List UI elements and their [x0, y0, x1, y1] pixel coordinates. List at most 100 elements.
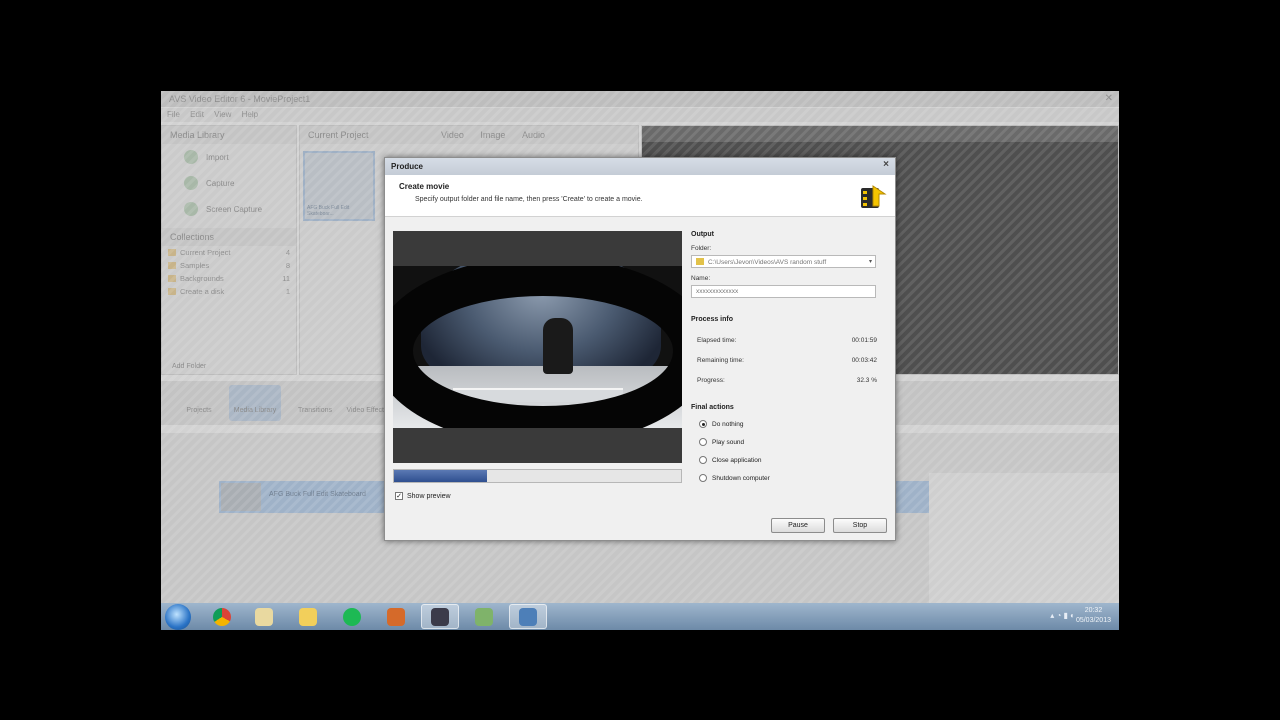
folder-label: Folder:: [691, 245, 712, 252]
display-app-taskbar-icon[interactable]: [509, 604, 547, 629]
dialog-header: Create movie Specify output folder and f…: [385, 175, 895, 217]
output-section-title: Output: [691, 231, 714, 238]
collection-item[interactable]: Create a disk 1: [162, 285, 296, 298]
app-title: AVS Video Editor 6 - MovieProject1: [169, 94, 311, 104]
elapsed-time-value: 00:01:59: [851, 336, 877, 344]
radio-selected-icon: [699, 420, 707, 428]
projects-tool[interactable]: Projects: [173, 385, 225, 421]
menu-file[interactable]: File: [167, 110, 180, 119]
radio-icon: [699, 474, 707, 482]
video-frame: [393, 266, 682, 428]
folder-select[interactable]: C:\Users\Jevon\Videos\AVS random stuff ▾: [691, 255, 876, 268]
chevron-down-icon[interactable]: ▾: [869, 258, 872, 265]
radio-label: Do nothing: [712, 420, 744, 428]
start-button[interactable]: [165, 604, 191, 630]
screen-capture-button[interactable]: Screen Capture: [162, 196, 296, 222]
collection-label: Create a disk: [180, 287, 225, 296]
remaining-time-value: 00:03:42: [851, 356, 877, 364]
dialog-title: Produce: [391, 162, 424, 171]
render-progress-fill: [394, 470, 487, 482]
preview-header-bar: [642, 126, 1118, 142]
produce-dialog: Produce × Create movie Specify output fo…: [384, 157, 896, 541]
elapsed-time-row: Elapsed time: 00:01:59: [691, 330, 887, 350]
capture-button[interactable]: Capture: [162, 170, 296, 196]
file-explorer-taskbar-icon[interactable]: [245, 604, 283, 629]
menu-edit[interactable]: Edit: [190, 110, 204, 119]
letterbox-bottom: [393, 428, 682, 463]
collection-count: 11: [282, 274, 290, 283]
radio-play-sound[interactable]: Play sound: [691, 433, 887, 451]
pause-button[interactable]: Pause: [771, 518, 825, 533]
media-library-panel: Media Library Import Capture Screen Capt…: [161, 125, 297, 375]
dialog-right-column: Output Folder: C:\Users\Jevon\Videos\AVS…: [691, 231, 887, 487]
show-preview-checkbox[interactable]: ✓ Show preview: [395, 492, 451, 500]
network-app-taskbar-icon[interactable]: [465, 604, 503, 629]
radio-icon: [699, 438, 707, 446]
render-progress-bar: [393, 469, 682, 483]
spotify-taskbar-icon[interactable]: [333, 604, 371, 629]
close-icon[interactable]: ×: [883, 159, 889, 170]
create-movie-icon: [861, 185, 887, 208]
radio-do-nothing[interactable]: Do nothing: [691, 415, 887, 433]
folder-taskbar-icon[interactable]: [289, 604, 327, 629]
filter-video[interactable]: Video: [441, 130, 464, 140]
menu-view[interactable]: View: [214, 110, 231, 119]
collections-header: Collections: [162, 228, 296, 246]
current-project-title: Current Project: [308, 130, 369, 140]
capture-label: Capture: [206, 178, 235, 188]
radio-shutdown-computer[interactable]: Shutdown computer: [691, 469, 887, 487]
dialog-header-title: Create movie: [399, 182, 450, 191]
app-title-bar: AVS Video Editor 6 - MovieProject1 ✕: [161, 91, 1119, 107]
process-info-title: Process info: [691, 316, 734, 323]
collection-count: 1: [285, 287, 290, 296]
radio-label: Close application: [712, 456, 762, 464]
collection-count: 8: [285, 261, 290, 270]
media-thumbnail[interactable]: AFG Buck Full Edit Skateboar...: [303, 151, 375, 221]
screen-capture-icon: [184, 202, 198, 216]
import-button[interactable]: Import: [162, 144, 296, 170]
media-library-tool[interactable]: Media Library: [229, 385, 281, 421]
clock-time: 20:32: [1084, 607, 1103, 614]
radio-label: Play sound: [712, 438, 745, 446]
radio-icon: [699, 456, 707, 464]
menu-help[interactable]: Help: [242, 110, 258, 119]
timeline-clip-label: AFG Buck Full Edit Skateboard: [269, 491, 366, 498]
remaining-time-label: Remaining time:: [697, 356, 744, 364]
avs-video-editor-taskbar-icon[interactable]: [421, 604, 459, 629]
checkbox-check-icon: ✓: [395, 492, 403, 500]
filter-image[interactable]: Image: [480, 130, 505, 140]
show-preview-label: Show preview: [407, 492, 451, 500]
chrome-taskbar-icon[interactable]: [203, 604, 241, 629]
app-close-icon[interactable]: ✕: [1105, 93, 1113, 104]
letterbox-top: [393, 231, 682, 266]
folder-value: C:\Users\Jevon\Videos\AVS random stuff: [708, 259, 827, 266]
media-library-header: Media Library: [162, 126, 296, 144]
collection-label: Current Project: [180, 248, 231, 257]
progress-value: 32.3 %: [856, 376, 877, 384]
final-actions-title: Final actions: [691, 404, 734, 411]
collection-item[interactable]: Backgrounds 11: [162, 272, 296, 285]
stop-button[interactable]: Stop: [833, 518, 887, 533]
taskbar: ▴ ◔ ▮ ◐ 20:32 05/03/2013: [161, 603, 1119, 630]
filter-audio[interactable]: Audio: [522, 130, 545, 140]
timeline-empty-area: [929, 473, 1119, 603]
progress-label: Progress:: [697, 376, 725, 384]
taskbar-clock[interactable]: 20:32 05/03/2013: [1076, 606, 1111, 626]
remaining-time-row: Remaining time: 00:03:42: [691, 350, 887, 370]
dialog-header-subtitle: Specify output folder and file name, the…: [415, 196, 643, 203]
radio-label: Shutdown computer: [712, 474, 770, 482]
progress-row: Progress: 32.3 %: [691, 370, 887, 390]
app-menu-bar: File Edit View Help: [161, 108, 1119, 122]
transitions-tool[interactable]: Transitions: [289, 385, 341, 421]
collection-item[interactable]: Samples 8: [162, 259, 296, 272]
system-tray[interactable]: ▴ ◔ ▮ ◐: [1050, 611, 1075, 620]
name-input[interactable]: xxxxxxxxxxxxx: [691, 285, 876, 298]
timeline-clip-thumbnail: [221, 483, 261, 511]
dialog-title-bar: Produce ×: [385, 158, 895, 175]
desktop-screen: AVS Video Editor 6 - MovieProject1 ✕ Fil…: [161, 91, 1119, 630]
radio-close-application[interactable]: Close application: [691, 451, 887, 469]
add-folder-button[interactable]: Add Folder: [172, 363, 206, 370]
collection-item[interactable]: Current Project 4: [162, 246, 296, 259]
collection-label: Samples: [180, 261, 210, 270]
media-player-taskbar-icon[interactable]: [377, 604, 415, 629]
